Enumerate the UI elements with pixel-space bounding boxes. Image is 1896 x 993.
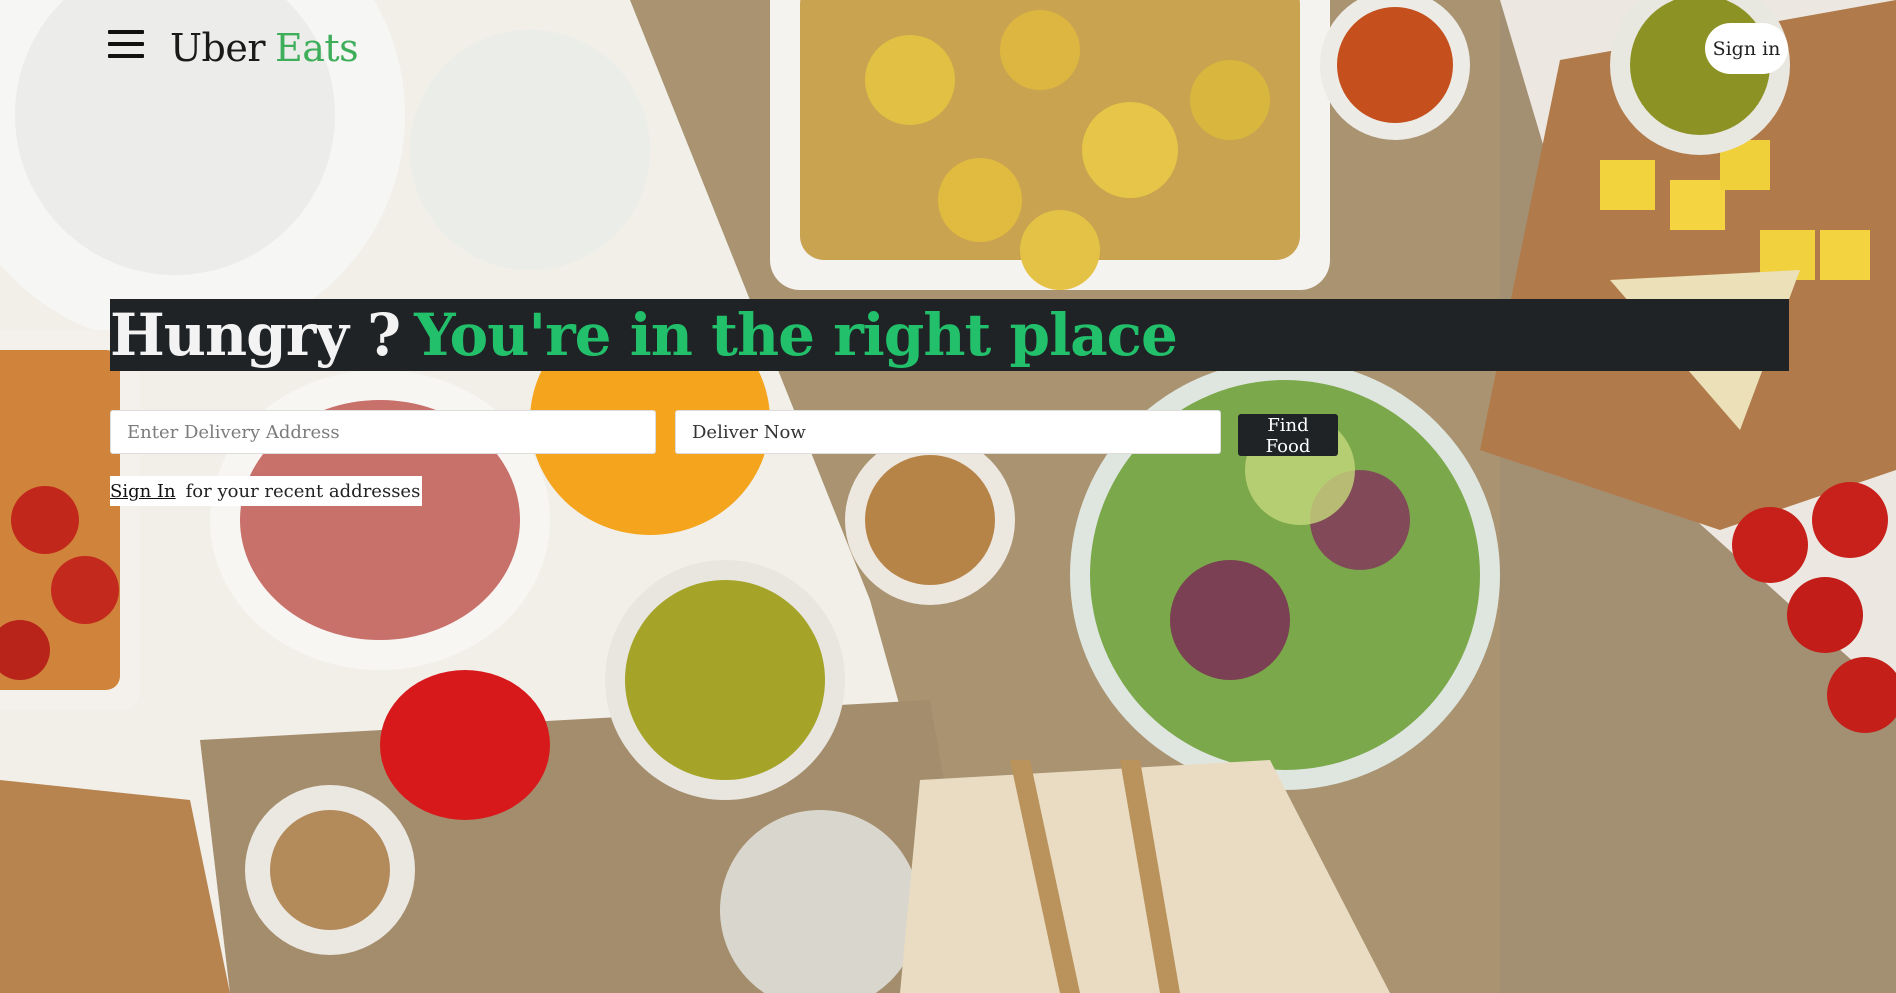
delivery-time-select[interactable]: Deliver Now [675,410,1221,454]
delivery-address-input[interactable] [110,410,656,454]
sign-in-button[interactable]: Sign in [1705,23,1788,74]
hero-title-hungry: Hungry ? [110,301,401,369]
hero-title: Hungry ? You're in the right place [110,299,1178,371]
logo-word-uber: Uber [170,26,266,70]
sign-in-link[interactable]: Sign In [110,481,176,502]
recent-addresses-text: for your recent addresses [185,480,421,502]
hamburger-icon [108,30,144,34]
menu-button[interactable] [108,30,144,62]
uber-eats-logo[interactable]: Uber Eats [170,25,359,71]
logo-word-eats: Eats [275,26,359,70]
recent-addresses-prompt: Sign In for your recent addresses [110,476,423,506]
hero-title-tagline: You're in the right place [414,301,1178,369]
find-food-button[interactable]: Find Food [1238,414,1338,457]
